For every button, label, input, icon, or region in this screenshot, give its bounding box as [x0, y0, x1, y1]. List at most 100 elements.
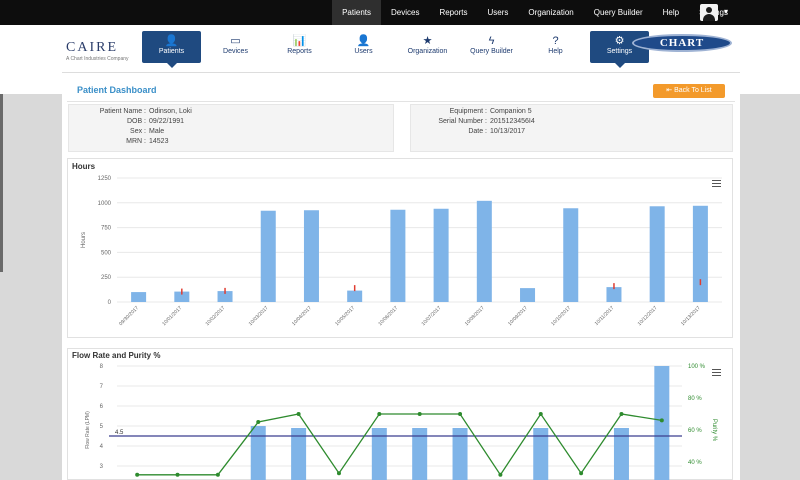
sex-label: Sex : — [130, 128, 146, 135]
nav-patients[interactable]: 👤 Patients — [142, 31, 201, 68]
nav-label: Query Builder — [470, 48, 513, 55]
hours-x-tick-label: 10/05/2017 — [334, 305, 356, 327]
star-icon: ★ — [422, 35, 433, 47]
flow-purity-title: Flow Rate and Purity % — [72, 351, 161, 360]
purity-point — [619, 412, 624, 416]
flow-y-tick-label: 3 — [100, 464, 104, 470]
back-icon: ⇤ — [666, 87, 673, 94]
hours-bar — [692, 205, 708, 302]
purity-point — [579, 471, 584, 476]
mrn-value: 14523 — [149, 138, 169, 145]
purity-point — [175, 472, 180, 477]
background-strip — [0, 94, 3, 272]
date-row: Date :10/13/2017 — [412, 128, 525, 135]
hours-y-axis-label: Hours — [81, 232, 87, 248]
date-label: Date : — [468, 128, 487, 135]
caire-logo-tagline: A Chart Industries Company — [66, 56, 129, 62]
caire-logo: CAIRE — [66, 40, 118, 55]
bar-chart-icon: 📊 — [292, 35, 307, 47]
hours-bar — [303, 210, 319, 302]
nav-label: Patients — [158, 48, 185, 55]
nav-devices[interactable]: ▭ Devices — [206, 31, 265, 63]
user-avatar-icon — [706, 7, 712, 13]
equipment-label: Equipment : — [449, 108, 487, 115]
hours-x-tick-label: 10/13/2017 — [680, 305, 702, 327]
hours-x-tick-label: 10/09/2017 — [507, 305, 529, 327]
mrn-label: MRN : — [126, 138, 146, 145]
serial-value: 2015123456I4 — [490, 118, 535, 125]
hours-chart: 0 250 500 750 1000 1250 Hours 09/30/2017 10/01/2… — [81, 176, 722, 327]
top-nav-users[interactable]: Users — [477, 0, 518, 25]
title-divider — [67, 101, 735, 102]
purity-y-tick-label: 60 % — [688, 428, 702, 434]
hours-y-tick-label: 1250 — [98, 176, 112, 182]
top-nav-reports[interactable]: Reports — [429, 0, 477, 25]
purity-point — [296, 412, 301, 416]
bolt-icon: ϟ — [488, 35, 495, 47]
hours-bar — [563, 208, 579, 302]
top-nav-query-builder[interactable]: Query Builder — [584, 0, 653, 25]
flow-y-tick-label: 5 — [100, 424, 104, 430]
top-nav-devices[interactable]: Devices — [381, 0, 429, 25]
purity-point — [377, 412, 382, 416]
top-nav-organization[interactable]: Organization — [518, 0, 583, 25]
flow-y-axis-label: Flow Rate (LPM) — [85, 411, 91, 449]
flow-y-tick-label: 8 — [100, 364, 104, 370]
nav-help[interactable]: ? Help — [526, 31, 585, 63]
serial-label: Serial Number : — [438, 118, 487, 125]
equipment-value: Companion 5 — [490, 108, 532, 115]
hours-x-tick-label: 10/01/2017 — [161, 305, 183, 327]
caret-down-icon[interactable]: ▾ — [724, 7, 728, 16]
flow-reference-label: 4.5 — [115, 430, 124, 436]
nav-label: Devices — [223, 48, 248, 55]
hours-x-tick-label: 10/04/2017 — [291, 305, 313, 327]
sex-value: Male — [149, 128, 165, 135]
nav-organization[interactable]: ★ Organization — [398, 31, 457, 63]
flow-bar — [654, 366, 670, 480]
purity-point — [458, 412, 463, 416]
hours-bar — [260, 210, 276, 302]
hours-title: Hours — [72, 162, 96, 171]
top-nav-help[interactable]: Help — [653, 0, 689, 25]
user-menu-button[interactable] — [700, 4, 718, 21]
hours-y-tick-label: 500 — [101, 250, 112, 256]
hours-bar — [606, 287, 622, 302]
purity-point — [659, 418, 664, 423]
purity-y-axis-label: Purity % — [711, 419, 717, 442]
users-icon: 👤 — [356, 35, 371, 47]
hours-x-tick-label: 10/11/2017 — [594, 305, 616, 327]
equipment-row: Equipment : Companion 5 — [412, 108, 532, 115]
hours-bar — [520, 288, 536, 302]
monitor-icon: ▭ — [230, 35, 241, 47]
serial-row: Serial Number :2015123456I4 — [412, 118, 535, 125]
nav-query-builder[interactable]: ϟ Query Builder — [462, 31, 521, 63]
hours-x-tick-label: 10/12/2017 — [637, 305, 659, 327]
date-value: 10/13/2017 — [490, 128, 526, 135]
back-to-list-label: Back To List — [674, 87, 712, 94]
nav-reports[interactable]: 📊 Reports — [270, 31, 329, 63]
back-to-list-button[interactable]: ⇤ Back To List — [653, 84, 725, 98]
purity-point — [336, 471, 341, 476]
hours-bar — [347, 290, 363, 302]
top-nav-patients[interactable]: Patients — [332, 0, 381, 25]
flow-y-tick-label: 4 — [100, 444, 104, 450]
hours-bar — [131, 292, 147, 302]
background-frame-right — [740, 94, 800, 480]
nav-users[interactable]: 👤 Users — [334, 31, 393, 63]
top-nav: Patients Devices Reports Users Organizat… — [332, 0, 738, 25]
patient-name-value: Odinson, Loki — [149, 108, 192, 115]
hours-x-tick-label: 10/10/2017 — [550, 305, 572, 327]
page-title: Patient Dashboard — [77, 85, 157, 95]
flow-y-tick-label: 6 — [100, 404, 104, 410]
hours-bar — [476, 200, 492, 302]
nav-label: Settings — [606, 48, 633, 55]
purity-y-tick-label: 80 % — [688, 396, 702, 402]
purity-point — [135, 472, 140, 477]
flow-y-tick-label: 7 — [100, 384, 104, 390]
purity-y-tick-label: 100 % — [688, 364, 706, 370]
hours-y-tick-label: 0 — [108, 300, 112, 306]
hours-y-tick-label: 250 — [101, 275, 112, 281]
patient-name-label: Patient Name : — [99, 108, 146, 115]
hours-x-tick-label: 10/07/2017 — [421, 305, 443, 327]
user-avatar-body — [703, 14, 715, 21]
